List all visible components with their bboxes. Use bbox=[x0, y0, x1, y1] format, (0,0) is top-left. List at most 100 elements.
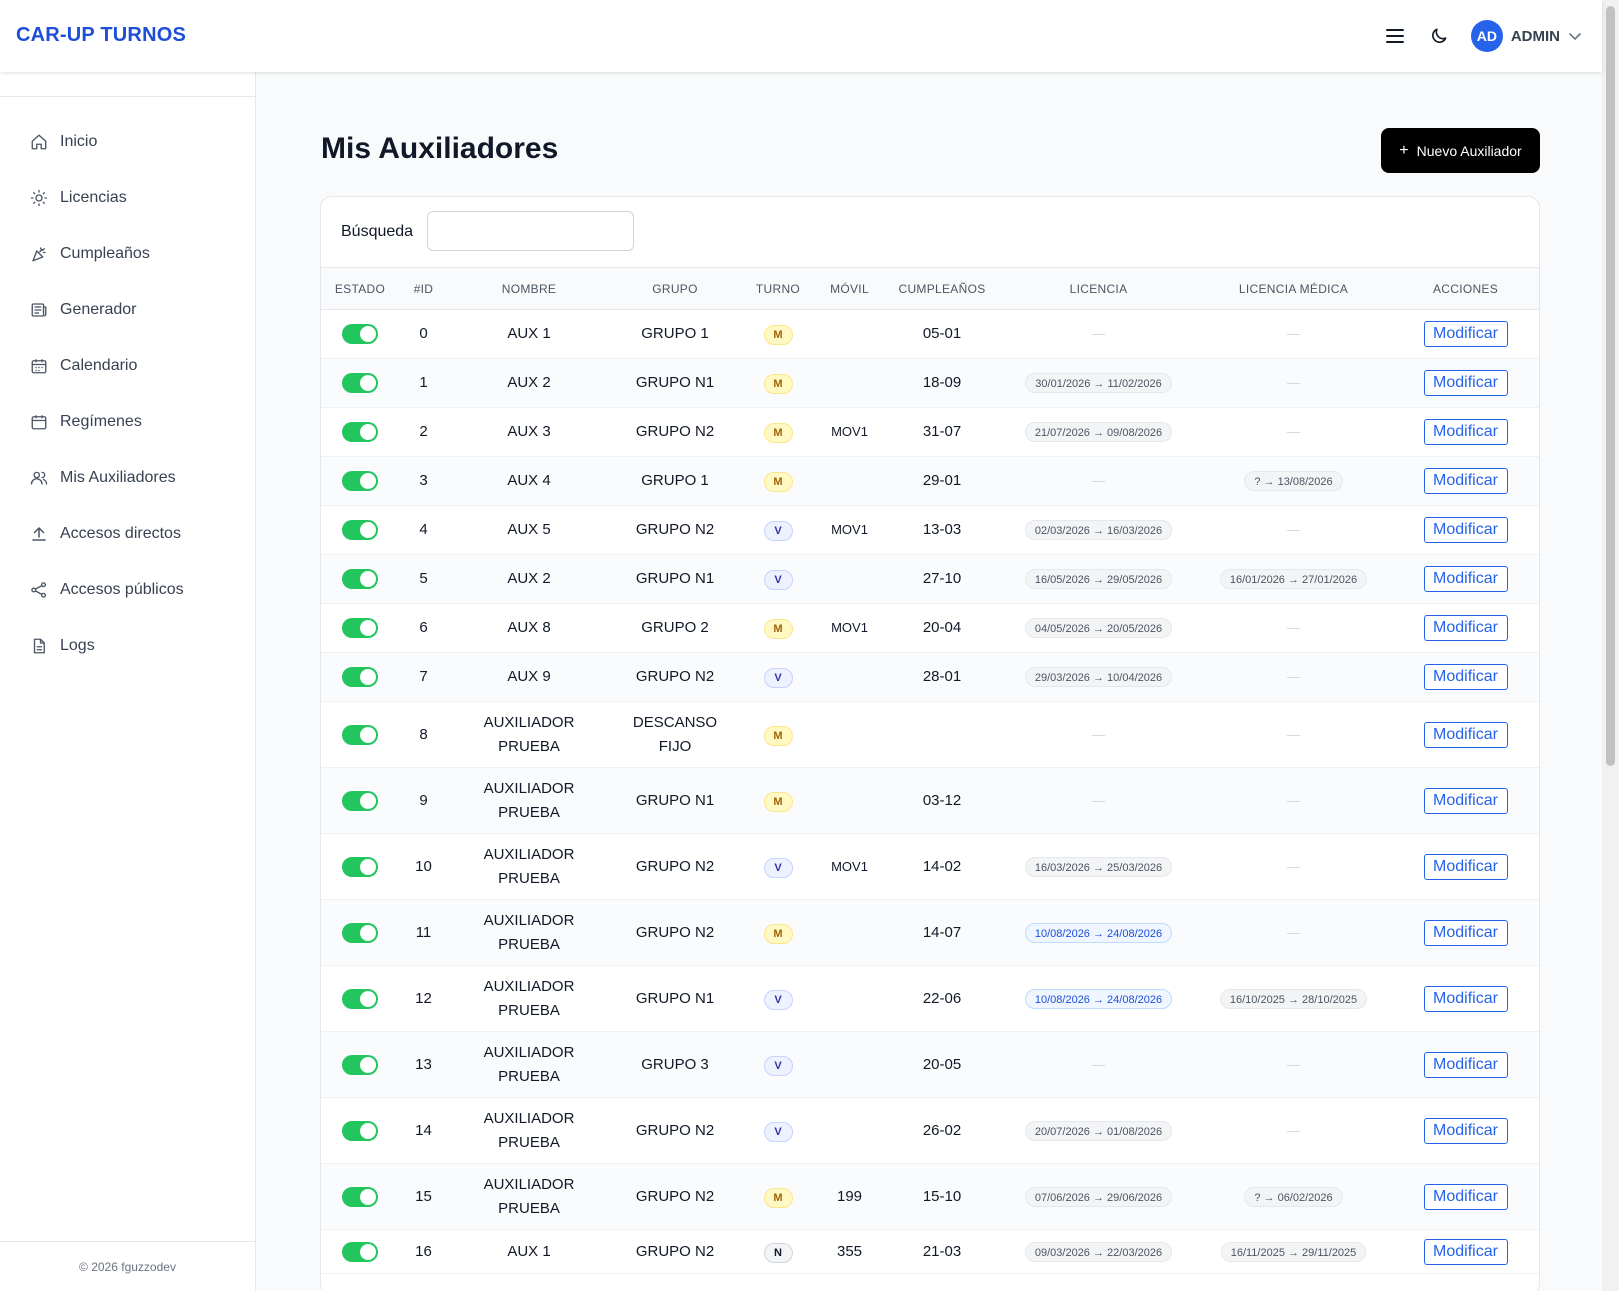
modify-button[interactable]: Modificar bbox=[1423, 1183, 1508, 1210]
estado-toggle[interactable] bbox=[342, 1054, 378, 1075]
aux-name: AUX 9 bbox=[507, 668, 551, 685]
column-header[interactable]: NOMBRE bbox=[448, 268, 610, 310]
modify-button[interactable]: Modificar bbox=[1423, 919, 1508, 946]
share-icon bbox=[31, 582, 47, 598]
sidebar-item-generador[interactable]: Generador bbox=[0, 282, 255, 338]
sidebar-item-accesos-directos[interactable]: Accesos directos bbox=[0, 506, 255, 562]
sidebar-item-logs[interactable]: Logs bbox=[0, 618, 255, 674]
column-header[interactable]: LICENCIA MÉDICA bbox=[1196, 268, 1391, 310]
chevron-down-icon[interactable] bbox=[1568, 28, 1584, 44]
modify-button[interactable]: Modificar bbox=[1423, 664, 1508, 690]
aux-id: 7 bbox=[419, 668, 428, 685]
column-header[interactable]: ACCIONES bbox=[1391, 268, 1539, 310]
turno-badge: V bbox=[763, 668, 793, 688]
sidebar-item-regimenes[interactable]: Regímenes bbox=[0, 394, 255, 450]
aux-group: GRUPO N2 bbox=[635, 668, 715, 685]
estado-toggle[interactable] bbox=[342, 373, 378, 394]
modify-button[interactable]: Modificar bbox=[1423, 721, 1508, 748]
licencia-badge: 10/08/2026 → 24/08/2026 bbox=[1024, 922, 1173, 943]
licencia-badge: 21/07/2026 → 09/08/2026 bbox=[1024, 422, 1173, 442]
menu-icon[interactable] bbox=[1383, 24, 1407, 48]
modify-button[interactable]: Modificar bbox=[1423, 468, 1508, 494]
modify-button[interactable]: Modificar bbox=[1423, 370, 1508, 396]
modify-button[interactable]: Modificar bbox=[1423, 517, 1508, 543]
licencia-badge: 02/03/2026 → 16/03/2026 bbox=[1024, 520, 1173, 540]
licencia-badge: 04/05/2026 → 20/05/2026 bbox=[1024, 618, 1173, 638]
licencia-medica-badge: ? → 06/02/2026 bbox=[1244, 1186, 1343, 1207]
top-bar: CAR-UP TURNOS AD ADMIN bbox=[0, 0, 1602, 72]
sidebar-item-mis-auxiliadores[interactable]: Mis Auxiliadores bbox=[0, 450, 255, 506]
estado-toggle[interactable] bbox=[342, 724, 378, 745]
modify-button[interactable]: Modificar bbox=[1423, 419, 1508, 445]
sidebar-item-accesos-publicos[interactable]: Accesos públicos bbox=[0, 562, 255, 618]
newspaper-icon bbox=[31, 303, 47, 317]
turno-badge: V bbox=[763, 989, 793, 1010]
modify-button[interactable]: Modificar bbox=[1423, 1051, 1508, 1078]
turno-badge: M bbox=[763, 1187, 793, 1208]
modify-button[interactable]: Modificar bbox=[1423, 566, 1508, 592]
estado-toggle[interactable] bbox=[342, 422, 378, 443]
aux-birthday: 26-02 bbox=[922, 1121, 962, 1139]
turno-badge: M bbox=[763, 619, 793, 639]
estado-toggle[interactable] bbox=[342, 856, 378, 877]
aux-id: 15 bbox=[415, 1187, 432, 1205]
modify-button[interactable]: Modificar bbox=[1423, 1238, 1508, 1265]
estado-toggle[interactable] bbox=[342, 1241, 378, 1262]
estado-toggle[interactable] bbox=[342, 922, 378, 943]
new-auxiliador-button[interactable]: + Nuevo Auxiliador bbox=[1381, 128, 1540, 173]
app-title[interactable]: CAR-UP TURNOS bbox=[16, 24, 186, 47]
estado-toggle[interactable] bbox=[342, 790, 378, 811]
modify-button[interactable]: Modificar bbox=[1423, 985, 1508, 1012]
column-header[interactable]: TURNO bbox=[740, 268, 816, 310]
aux-birthday: 20-05 bbox=[922, 1055, 962, 1073]
user-name[interactable]: ADMIN bbox=[1511, 28, 1560, 45]
column-header[interactable]: LICENCIA bbox=[1001, 268, 1196, 310]
column-header[interactable]: CUMPLEAÑOS bbox=[883, 268, 1001, 310]
licencia-badge: 29/03/2026 → 10/04/2026 bbox=[1024, 667, 1173, 687]
modify-button[interactable]: Modificar bbox=[1423, 853, 1508, 880]
aux-group: GRUPO 1 bbox=[641, 472, 709, 489]
scrollbar-thumb[interactable] bbox=[1606, 6, 1615, 766]
avatar[interactable]: AD bbox=[1470, 20, 1503, 52]
column-header[interactable]: ESTADO bbox=[321, 268, 399, 310]
licencia-medica-empty: — bbox=[1287, 620, 1300, 635]
modify-button[interactable]: Modificar bbox=[1423, 787, 1508, 814]
aux-id: 2 bbox=[419, 423, 428, 440]
sidebar-item-label: Accesos directos bbox=[60, 525, 181, 542]
aux-movil bbox=[816, 1032, 883, 1098]
estado-toggle[interactable] bbox=[342, 1186, 378, 1207]
table-row: 8 AUXILIADOR PRUEBA DESCANSO FIJO M — — Modifi… bbox=[321, 702, 1539, 768]
column-header[interactable]: #ID bbox=[399, 268, 448, 310]
turno-badge: N bbox=[763, 1242, 793, 1263]
modify-button[interactable]: Modificar bbox=[1423, 321, 1508, 347]
estado-toggle[interactable] bbox=[342, 988, 378, 1009]
sidebar-item-label: Regímenes bbox=[60, 413, 142, 430]
licencia-badge: 09/03/2026 → 22/03/2026 bbox=[1024, 1241, 1173, 1262]
aux-movil: MOV1 bbox=[831, 522, 868, 537]
sidebar-item-cumpleanos[interactable]: Cumpleaños bbox=[0, 226, 255, 282]
estado-toggle[interactable] bbox=[342, 569, 378, 590]
sidebar-item-calendario[interactable]: Calendario bbox=[0, 338, 255, 394]
aux-group: GRUPO N1 bbox=[635, 570, 715, 587]
search-input[interactable] bbox=[427, 211, 634, 251]
estado-toggle[interactable] bbox=[342, 520, 378, 541]
sidebar-item-label: Accesos públicos bbox=[60, 581, 184, 598]
turno-badge: M bbox=[763, 725, 793, 746]
estado-toggle[interactable] bbox=[342, 471, 378, 492]
column-header[interactable]: MÓVIL bbox=[816, 268, 883, 310]
estado-toggle[interactable] bbox=[342, 324, 378, 345]
aux-birthday: 05-01 bbox=[922, 325, 962, 342]
estado-toggle[interactable] bbox=[342, 1120, 378, 1141]
aux-name: AUX 2 bbox=[507, 374, 551, 391]
moon-icon[interactable] bbox=[1427, 24, 1451, 48]
page-scrollbar[interactable] bbox=[1602, 0, 1619, 1291]
modify-button[interactable]: Modificar bbox=[1423, 615, 1508, 641]
estado-toggle[interactable] bbox=[342, 618, 378, 639]
estado-toggle[interactable] bbox=[342, 667, 378, 688]
sidebar-item-inicio[interactable]: Inicio bbox=[0, 114, 255, 170]
sidebar-item-licencias[interactable]: Licencias bbox=[0, 170, 255, 226]
column-header[interactable]: GRUPO bbox=[610, 268, 740, 310]
sidebar-item-label: Mis Auxiliadores bbox=[60, 469, 176, 486]
document-icon bbox=[33, 638, 45, 654]
modify-button[interactable]: Modificar bbox=[1423, 1117, 1508, 1144]
